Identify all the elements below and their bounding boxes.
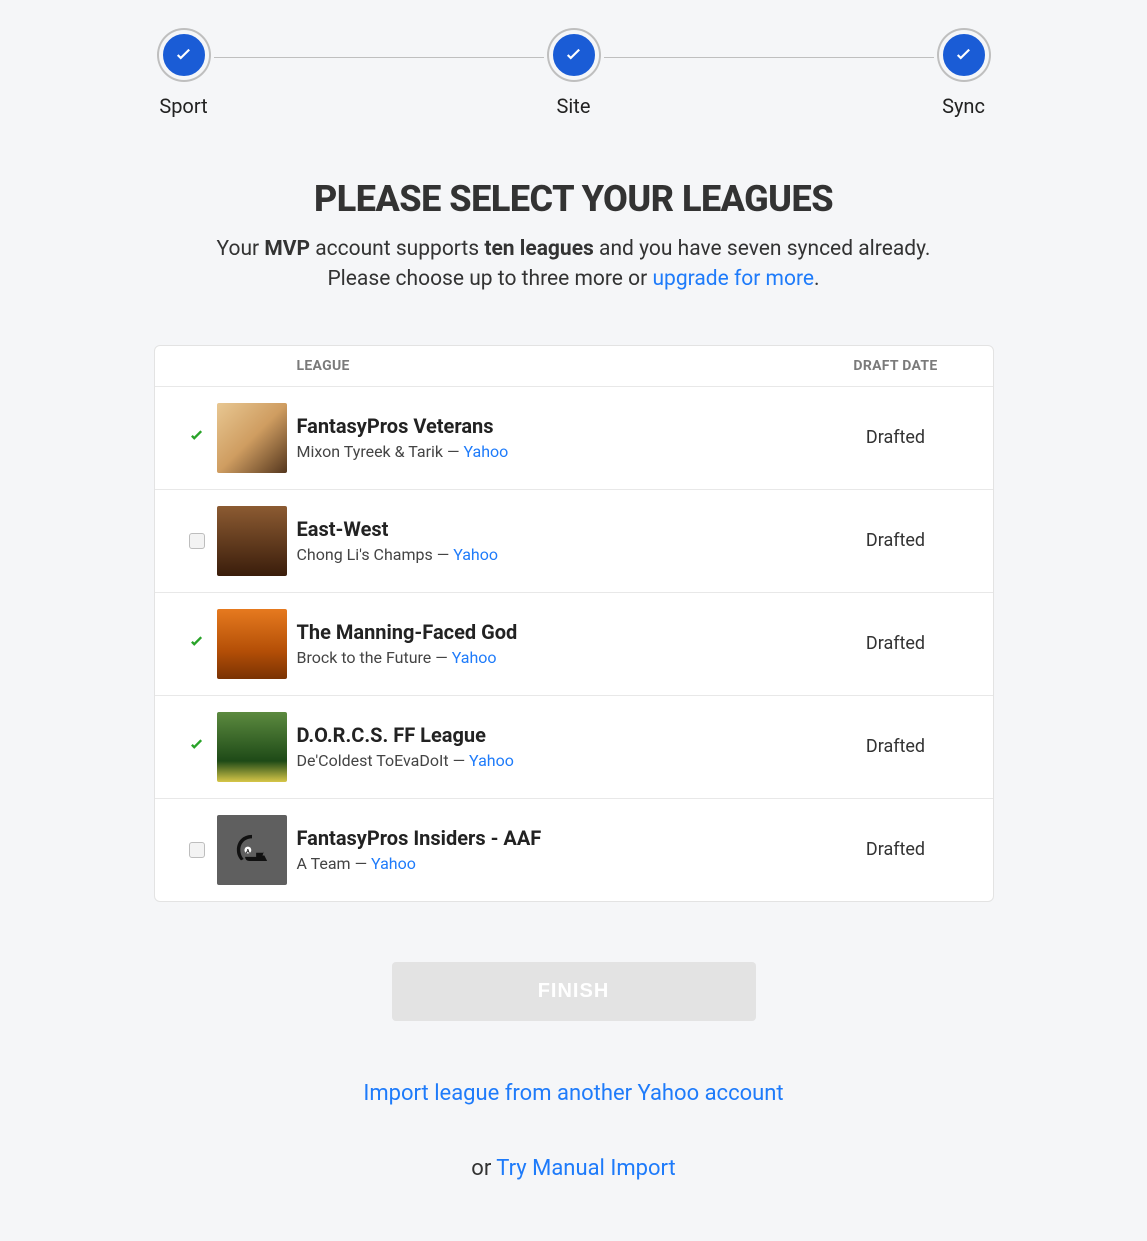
step-label: Sync: [942, 94, 985, 118]
league-name: FantasyPros Veterans: [297, 414, 821, 438]
team-name: A Team: [297, 854, 351, 873]
finish-button[interactable]: FINISH: [392, 962, 756, 1021]
or-text: or: [471, 1156, 496, 1181]
upgrade-link[interactable]: upgrade for more: [652, 267, 814, 291]
team-name: Mixon Tyreek & Tarik: [297, 442, 444, 461]
step-label: Sport: [159, 94, 207, 118]
league-subtitle: Chong Li's Champs — Yahoo: [297, 545, 821, 564]
checkmark-circle-icon: [939, 30, 989, 80]
team-name: De'Coldest ToEvaDoIt: [297, 751, 449, 770]
subhead-text: Please choose up to three more or: [327, 267, 652, 291]
league-name: East-West: [297, 517, 821, 541]
subhead-text: account supports: [310, 237, 484, 261]
team-name: Chong Li's Champs: [297, 545, 433, 564]
helmet-icon: A: [230, 828, 274, 872]
league-avatar: [217, 506, 287, 576]
select-checkbox[interactable]: [189, 533, 205, 549]
selected-check-icon: [186, 734, 208, 760]
subhead-text: Your: [217, 237, 265, 261]
step-sync: Sync: [934, 30, 994, 118]
site-link[interactable]: Yahoo: [453, 545, 498, 564]
draft-status: Drafted: [821, 427, 971, 448]
step-site: Site: [544, 30, 604, 118]
draft-status: Drafted: [821, 530, 971, 551]
separator: —: [433, 545, 453, 564]
selected-check-icon: [186, 631, 208, 657]
table-row[interactable]: A FantasyPros Insiders - AAF A Team — Ya…: [155, 799, 993, 901]
page-title: PLEASE SELECT YOUR LEAGUES: [154, 178, 994, 220]
step-label: Site: [557, 94, 591, 118]
league-name: The Manning-Faced God: [297, 620, 821, 644]
league-subtitle: Mixon Tyreek & Tarik — Yahoo: [297, 442, 821, 461]
leagues-table: LEAGUE DRAFT DATE FantasyPros Veterans M…: [154, 345, 994, 902]
table-header: LEAGUE DRAFT DATE: [155, 346, 993, 387]
league-avatar: A: [217, 815, 287, 885]
selected-check-icon: [186, 425, 208, 451]
separator: —: [449, 751, 469, 770]
select-checkbox[interactable]: [189, 842, 205, 858]
site-link[interactable]: Yahoo: [463, 442, 508, 461]
separator: —: [351, 854, 371, 873]
league-name: D.O.R.C.S. FF League: [297, 723, 821, 747]
table-row[interactable]: East-West Chong Li's Champs — Yahoo Draf…: [155, 490, 993, 593]
separator: —: [443, 442, 463, 461]
league-subtitle: De'Coldest ToEvaDoIt — Yahoo: [297, 751, 821, 770]
site-link[interactable]: Yahoo: [469, 751, 514, 770]
league-limit: ten leagues: [484, 237, 593, 261]
league-name: FantasyPros Insiders - AAF: [297, 826, 821, 850]
account-tier: MVP: [264, 237, 310, 261]
manual-import-link[interactable]: Try Manual Import: [496, 1156, 675, 1181]
table-row[interactable]: The Manning-Faced God Brock to the Futur…: [155, 593, 993, 696]
column-header-draft: DRAFT DATE: [821, 358, 971, 374]
step-sport: Sport: [154, 30, 214, 118]
table-row[interactable]: FantasyPros Veterans Mixon Tyreek & Tari…: [155, 387, 993, 490]
league-subtitle: A Team — Yahoo: [297, 854, 821, 873]
site-link[interactable]: Yahoo: [452, 648, 497, 667]
league-avatar: [217, 403, 287, 473]
league-subtitle: Brock to the Future — Yahoo: [297, 648, 821, 667]
draft-status: Drafted: [821, 736, 971, 757]
draft-status: Drafted: [821, 633, 971, 654]
column-header-league: LEAGUE: [297, 358, 821, 374]
svg-text:A: A: [246, 849, 250, 855]
table-row[interactable]: D.O.R.C.S. FF League De'Coldest ToEvaDoI…: [155, 696, 993, 799]
progress-stepper: Sport Site Sync: [154, 30, 994, 118]
checkmark-circle-icon: [549, 30, 599, 80]
separator: —: [431, 648, 451, 667]
import-another-account-link[interactable]: Import league from another Yahoo account: [363, 1081, 783, 1106]
manual-import-line: or Try Manual Import: [154, 1156, 994, 1181]
league-avatar: [217, 609, 287, 679]
site-link[interactable]: Yahoo: [371, 854, 416, 873]
subhead-text: and you have seven synced already.: [594, 237, 931, 261]
subhead-text: .: [814, 267, 820, 291]
checkmark-circle-icon: [159, 30, 209, 80]
team-name: Brock to the Future: [297, 648, 432, 667]
page-subtitle: Your MVP account supports ten leagues an…: [154, 234, 994, 295]
draft-status: Drafted: [821, 839, 971, 860]
league-avatar: [217, 712, 287, 782]
